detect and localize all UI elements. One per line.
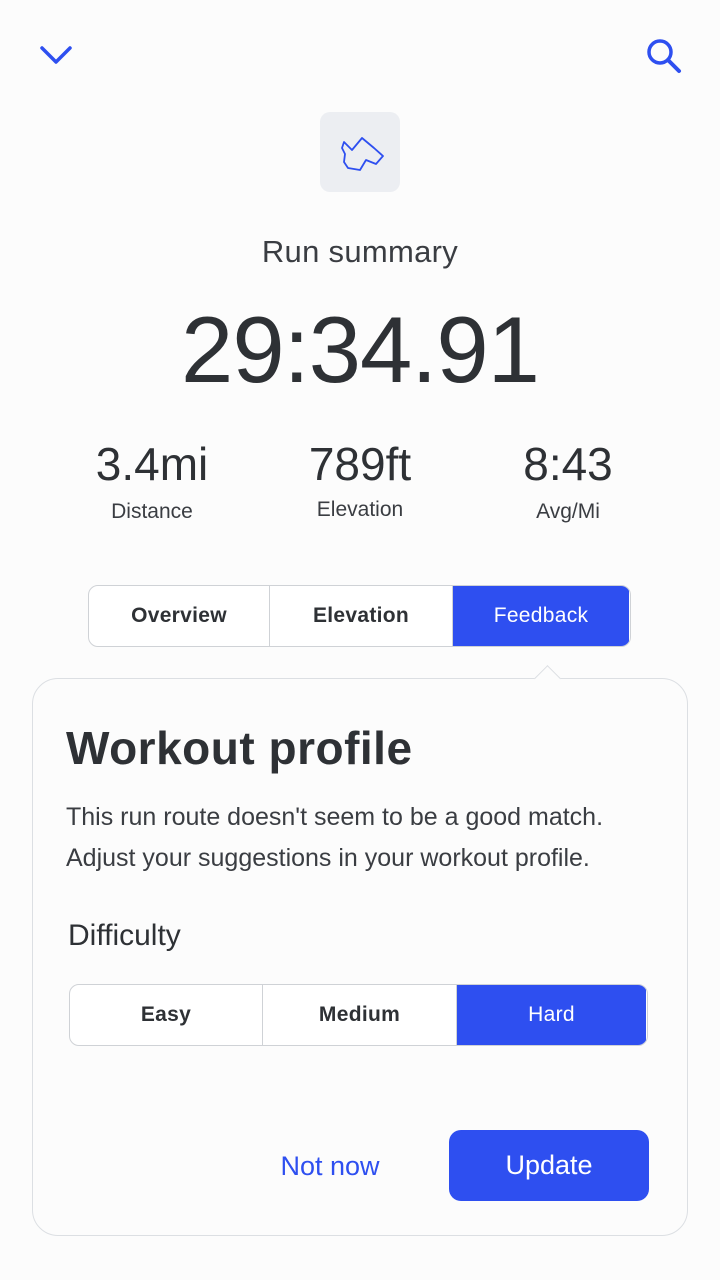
difficulty-easy[interactable]: Easy	[70, 985, 263, 1045]
difficulty-medium[interactable]: Medium	[263, 985, 457, 1045]
search-icon[interactable]	[636, 28, 692, 84]
stat-elevation: 789ft Elevation	[260, 436, 460, 522]
tab-feedback[interactable]: Feedback	[453, 586, 629, 646]
card-description: This run route doesn't seem to be a good…	[66, 803, 604, 872]
workout-profile-card: Workout profile This run route doesn't s…	[32, 678, 688, 1236]
difficulty-hard[interactable]: Hard	[457, 985, 646, 1045]
summary-title: Run summary	[261, 234, 459, 269]
stat-label: Avg/Mi	[536, 500, 600, 523]
stat-label: Elevation	[316, 498, 404, 521]
not-now-button[interactable]: Not now	[255, 1131, 405, 1201]
stat-value: 3.4mi	[95, 438, 209, 490]
card-title: Workout profile	[66, 722, 413, 774]
route-thumbnail	[320, 112, 400, 192]
run-summary-screen: Run summary 29:34.91 3.4mi Distance 789f…	[0, 0, 720, 1280]
difficulty-label: Difficulty	[68, 919, 181, 952]
route-map-icon	[341, 137, 384, 171]
tab-overview[interactable]: Overview	[89, 586, 270, 646]
tab-elevation[interactable]: Elevation	[270, 586, 453, 646]
stat-value: 8:43	[523, 438, 613, 490]
total-time: 29:34.91	[181, 297, 540, 402]
update-button[interactable]: Update	[449, 1130, 649, 1201]
stat-distance: 3.4mi Distance	[52, 436, 252, 524]
summary-tabs: Overview Elevation Feedback	[88, 585, 631, 647]
chevron-down-icon[interactable]	[28, 27, 84, 83]
difficulty-selector: Easy Medium Hard	[69, 984, 648, 1046]
stat-avg-pace: 8:43 Avg/Mi	[468, 436, 668, 524]
stat-value: 789ft	[308, 438, 412, 490]
stat-label: Distance	[111, 500, 193, 523]
